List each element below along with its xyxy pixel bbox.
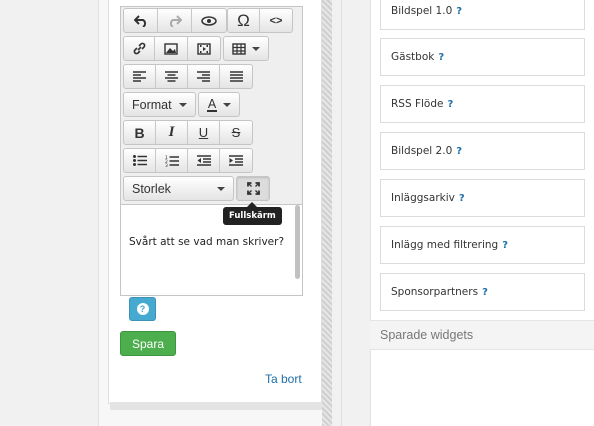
fullscreen-group (236, 176, 270, 201)
bold-icon[interactable]: B (124, 121, 156, 144)
widget-label: Inlägg med filtrering (391, 239, 499, 251)
format-dropdown[interactable]: Format (124, 93, 195, 116)
widget-item[interactable]: Bildspel 2.0 ? (380, 132, 585, 170)
editor-scrollbar[interactable] (295, 205, 300, 279)
media-icon[interactable] (188, 37, 220, 60)
left-background (0, 0, 100, 426)
special-character-icon[interactable]: Ω (228, 9, 261, 32)
align-left-icon[interactable] (124, 65, 156, 88)
widget-help-icon[interactable]: ? (447, 99, 453, 110)
source-code-icon[interactable]: <> (260, 9, 292, 32)
widget-help-icon[interactable]: ? (482, 287, 488, 298)
widget-help-icon[interactable]: ? (438, 52, 444, 63)
widget-help-icon[interactable]: ? (502, 240, 508, 251)
widget-item[interactable]: Inläggsarkiv ? (380, 179, 585, 217)
table-group (223, 36, 269, 61)
svg-text:3: 3 (165, 163, 168, 167)
widget-item[interactable]: Gästbok ? (380, 38, 585, 76)
fullscreen-icon[interactable] (237, 177, 269, 200)
list-group: 123 (123, 148, 253, 173)
chevron-down-icon (252, 46, 260, 51)
rich-text-editor: Ω <> Format A B I U S 1 2 3 Storlek Svår… (120, 6, 303, 296)
column-divider (332, 0, 342, 426)
fullscreen-tooltip: Fullskärm (223, 202, 282, 225)
delete-link[interactable]: Ta bort (265, 372, 302, 386)
text-color-icon: A (206, 96, 218, 112)
widget-panel-footer (110, 402, 322, 410)
save-button[interactable]: Spara (120, 331, 176, 356)
format-dropdown-label: Format (132, 97, 172, 112)
widget-help-icon[interactable]: ? (459, 193, 465, 204)
editor-content-text: Svårt att se vad man skriver? (129, 236, 285, 248)
image-icon[interactable] (155, 37, 188, 60)
bullet-list-icon[interactable] (124, 149, 156, 172)
question-icon: ? (136, 303, 149, 315)
widget-item[interactable]: Inlägg med filtrering ? (380, 226, 585, 264)
italic-icon[interactable]: I (156, 121, 188, 144)
alignment-group (123, 64, 253, 89)
editor-toolbar: Ω <> Format A B I U S 1 2 3 Storlek (121, 7, 302, 205)
align-justify-icon[interactable] (220, 65, 252, 88)
align-right-icon[interactable] (188, 65, 220, 88)
font-size-dropdown[interactable]: Storlek (124, 177, 233, 200)
history-group (123, 8, 227, 33)
chevron-down-icon (217, 186, 225, 191)
text-color-group: A (198, 92, 240, 117)
redo-icon[interactable] (158, 9, 192, 32)
widget-label: RSS Flöde (391, 98, 444, 110)
widget-item[interactable]: Bildspel 1.0 ? (380, 0, 585, 30)
help-button[interactable]: ? (129, 297, 156, 321)
undo-icon[interactable] (124, 9, 158, 32)
format-group: Format (123, 92, 196, 117)
chevron-down-icon (223, 102, 232, 107)
outdent-icon[interactable] (188, 149, 220, 172)
resize-handle[interactable] (322, 0, 332, 426)
widget-label: Bildspel 2.0 (391, 145, 453, 157)
widget-item[interactable]: RSS Flöde ? (380, 85, 585, 123)
font-size-dropdown-label: Storlek (132, 181, 171, 196)
text-color-button[interactable]: A (199, 93, 239, 116)
link-icon[interactable] (124, 37, 156, 60)
widget-label: Bildspel 1.0 (391, 5, 453, 17)
widget-help-icon[interactable]: ? (456, 6, 462, 17)
numbered-list-icon[interactable]: 123 (156, 149, 188, 172)
indent-icon[interactable] (220, 149, 252, 172)
preview-eye-icon[interactable] (192, 9, 226, 32)
align-center-icon[interactable] (156, 65, 188, 88)
font-size-group: Storlek (123, 176, 234, 201)
strikethrough-icon[interactable]: S (220, 121, 252, 144)
chevron-down-icon (179, 102, 187, 107)
table-icon[interactable] (224, 37, 268, 60)
media-group (123, 36, 221, 61)
insert-group: Ω <> (227, 8, 293, 33)
saved-widgets-header[interactable]: Sparade widgets (370, 320, 594, 350)
text-style-group: B I U S (123, 120, 253, 145)
widget-label: Gästbok (391, 51, 435, 63)
widget-item[interactable]: Sponsorpartners ? (380, 273, 585, 311)
underline-icon[interactable]: U (188, 121, 220, 144)
widget-help-icon[interactable]: ? (456, 146, 462, 157)
widget-label: Sponsorpartners (391, 286, 479, 298)
widget-label: Inläggsarkiv (391, 192, 455, 204)
